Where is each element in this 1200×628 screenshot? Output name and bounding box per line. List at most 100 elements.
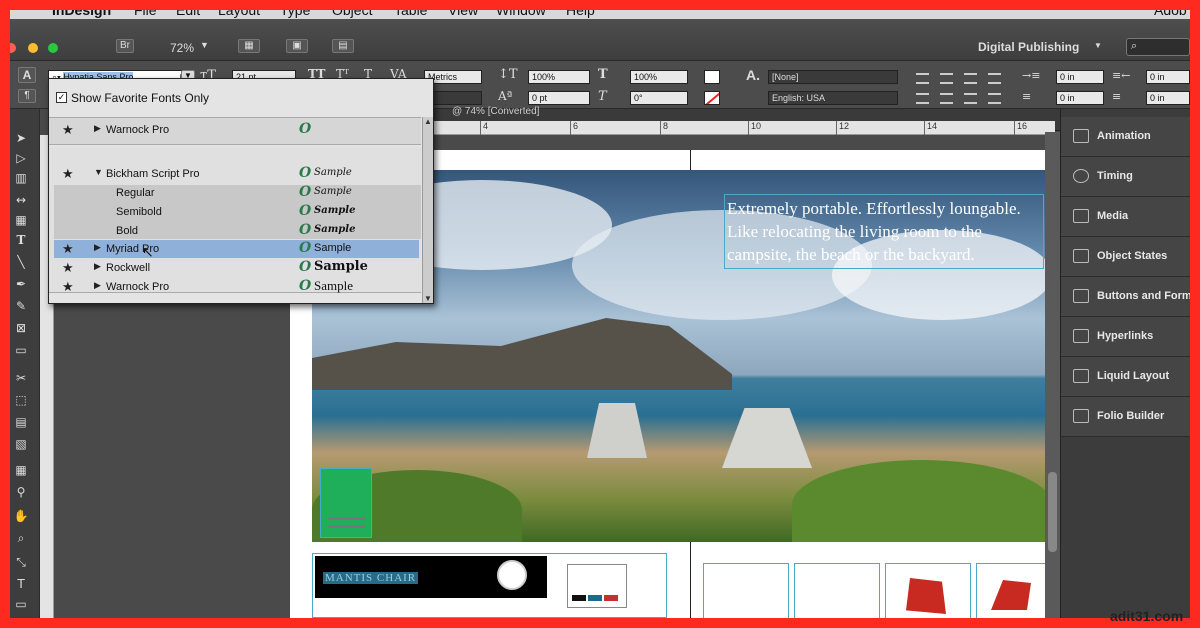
panel-timing[interactable]: Timing [1061,157,1190,197]
menu-edit[interactable]: Edit [176,10,200,18]
formatting-container-icon[interactable]: T [10,577,32,591]
menu-window[interactable]: Window [496,10,546,18]
baseline-shift-field[interactable]: 0 pt [528,91,590,105]
font-row-bickham[interactable]: ★ ▼ Bickham Script Pro O Sample [54,165,419,183]
favorite-star-icon[interactable]: ★ [62,279,74,295]
font-row-bickham-semibold[interactable]: Semibold O Sample [54,203,419,221]
zoom-dropdown-icon[interactable]: ▼ [200,40,209,50]
chair-thumbnail-1[interactable] [703,563,789,618]
rectangle-tool-icon[interactable]: ▭ [10,343,32,357]
page-tool-icon[interactable]: ▥ [10,171,32,185]
align-right-icon[interactable] [964,73,977,84]
chair-thumbnail-4[interactable] [976,563,1046,618]
panel-folio-builder[interactable]: Folio Builder [1061,397,1190,437]
zoom-tool-icon[interactable]: ⌕ [10,531,32,546]
scroll-up-icon[interactable]: ▲ [424,117,432,126]
scissors-tool-icon[interactable]: ✂ [10,371,32,385]
chair-thumbnail-2[interactable] [794,563,880,618]
menu-view[interactable]: View [448,10,478,18]
zoom-level[interactable]: 72% [170,41,194,55]
right-indent-field[interactable]: 0 in [1146,70,1190,84]
chair-thumbnail-3[interactable] [885,563,971,618]
menu-type[interactable]: Type [280,10,310,18]
panel-hyperlinks[interactable]: Hyperlinks [1061,317,1190,357]
screen-mode-tool-icon[interactable]: ▭ [10,597,32,611]
collapse-icon[interactable]: ▼ [94,167,103,177]
bridge-button[interactable]: Br [116,39,134,53]
hand-tool-icon[interactable]: ✋ [10,509,32,523]
expand-icon[interactable]: ▶ [94,280,101,291]
workspace-dropdown-icon[interactable]: ▼ [1094,41,1102,50]
horizontal-ruler[interactable]: 4 6 8 10 12 14 16 [420,121,1055,135]
first-line-indent-field[interactable]: 0 in [1056,91,1104,105]
zoom-window-button[interactable] [48,43,58,53]
panel-object-states[interactable]: Object States [1061,237,1190,277]
note-tool-icon[interactable]: ▦ [10,463,32,477]
panel-media[interactable]: Media [1061,197,1190,237]
align-center-icon[interactable] [940,73,953,84]
help-search-input[interactable]: ⌕ [1126,38,1190,56]
last-line-indent-field[interactable]: 0 in [1146,91,1190,105]
menu-app-name[interactable]: InDesign [52,10,111,18]
expand-icon[interactable]: ▶ [94,261,101,272]
screen-mode-icon[interactable]: ▣ [286,39,308,53]
panel-animation[interactable]: Animation [1061,117,1190,157]
vertical-scrollbar[interactable] [1045,132,1060,618]
panel-buttons-and-forms[interactable]: Buttons and Forms [1061,277,1190,317]
arrange-documents-icon[interactable]: ▤ [332,39,354,53]
close-window-button[interactable] [10,43,16,53]
gap-tool-icon[interactable]: ↔ [10,193,32,207]
font-row-warnock-top[interactable]: ★ ▶ Warnock Pro O [54,121,419,139]
line-tool-icon[interactable]: ╲ [10,255,32,269]
chair-title[interactable]: MANTIS CHAIR [323,572,419,584]
workspace-switcher[interactable]: Digital Publishing [978,40,1079,54]
favorite-star-icon[interactable]: ★ [62,166,74,182]
favorite-star-icon[interactable]: ★ [62,260,74,276]
font-row-bickham-regular[interactable]: Regular O Sample [54,184,419,202]
free-transform-tool-icon[interactable]: ⬚ [10,393,32,407]
align-left-icon[interactable] [916,73,929,84]
gradient-feather-tool-icon[interactable]: ▧ [10,437,32,451]
gradient-swatch-tool-icon[interactable]: ▤ [10,415,32,429]
rectangle-frame-tool-icon[interactable]: ⊠ [10,321,32,335]
language-field[interactable]: English: USA [768,91,898,105]
show-favorites-checkbox[interactable]: ✓ [56,92,67,103]
stroke-none-swatch[interactable] [704,91,720,105]
justify-right-icon[interactable] [964,93,977,104]
type-tool-icon[interactable]: T [10,233,32,247]
view-options-icon[interactable]: ▦ [238,39,260,53]
menu-object[interactable]: Object [332,10,372,18]
vertical-scale-field[interactable]: 100% [528,70,590,84]
justify-all-icon[interactable] [988,93,1001,104]
panel-liquid-layout[interactable]: Liquid Layout [1061,357,1190,397]
headline-text-frame[interactable]: Extremely portable. Effortlessly loungab… [724,194,1044,269]
minimize-window-button[interactable] [28,43,38,53]
font-row-myriad-selected[interactable]: ★ ▶ Myriad Pro O Sample ↖ [54,240,419,260]
green-placeholder-frame[interactable] [320,468,372,538]
horizontal-scale-field[interactable]: 100% [630,70,688,84]
font-list-scrollbar[interactable]: ▲ ▼ [422,117,433,303]
character-style-field[interactable]: [None] [768,70,898,84]
selection-tool-icon[interactable]: ➤ [10,131,32,145]
pen-tool-icon[interactable]: ✒ [10,277,32,291]
product-info-frame[interactable]: MANTIS CHAIR [312,553,667,618]
expand-icon[interactable]: ▶ [94,242,101,253]
left-indent-field[interactable]: 0 in [1056,70,1104,84]
swap-colors-icon[interactable]: ⤡ [10,555,32,570]
menu-layout[interactable]: Layout [218,10,260,18]
menu-table[interactable]: Table [394,10,427,18]
menu-help[interactable]: Help [566,10,595,18]
font-row-bickham-bold[interactable]: Bold O Sample [54,222,419,240]
align-towards-spine-icon[interactable] [988,73,1001,84]
favorite-star-icon[interactable]: ★ [62,241,74,257]
content-collector-icon[interactable]: ▦ [10,213,32,227]
fill-color-swatch[interactable] [704,70,720,84]
font-row-warnock[interactable]: ★ ▶ Warnock Pro O Sample [54,278,419,296]
direct-selection-tool-icon[interactable]: ▷ [10,151,32,165]
skew-field[interactable]: 0° [630,91,688,105]
justify-center-icon[interactable] [940,93,953,104]
character-formatting-button[interactable]: A [18,67,36,83]
scroll-down-icon[interactable]: ▼ [424,294,432,303]
eyedropper-tool-icon[interactable]: ⚲ [10,485,32,499]
expand-icon[interactable]: ▶ [94,123,101,134]
